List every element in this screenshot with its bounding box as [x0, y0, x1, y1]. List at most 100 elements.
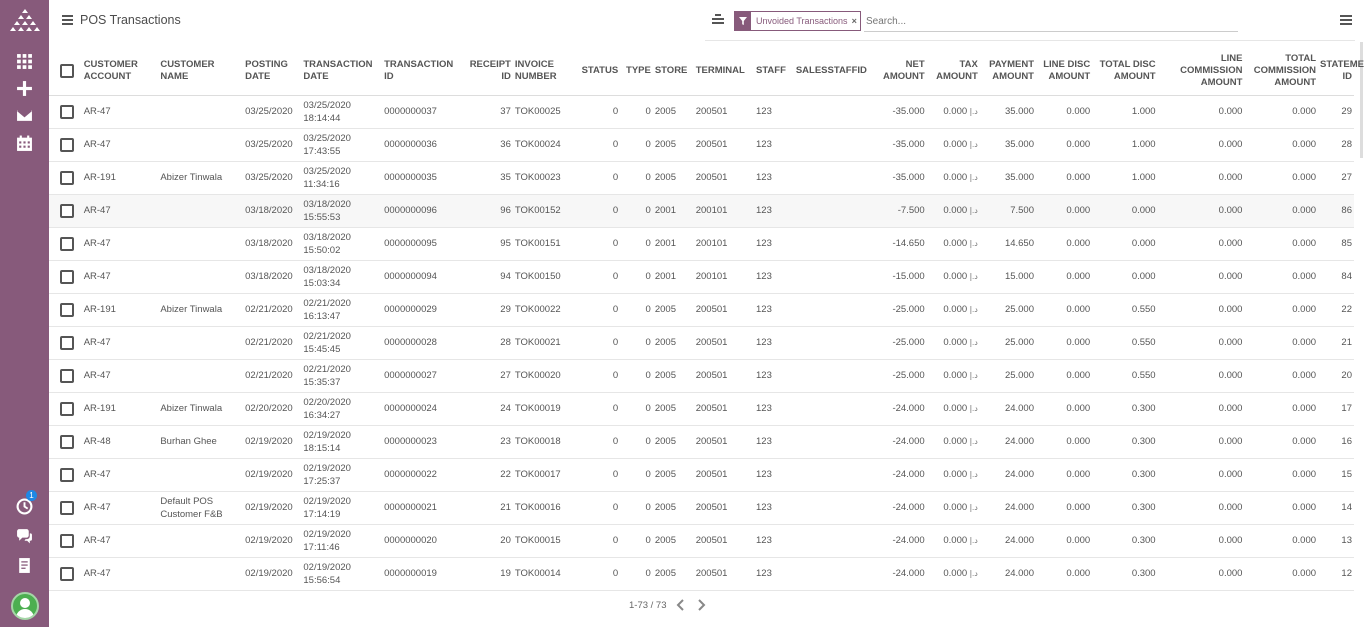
table-row[interactable]: AR-47 02/19/2020 02/19/2020 15:56:54 0000000…	[49, 557, 1354, 591]
calendar-icon[interactable]	[12, 131, 36, 155]
apps-grid-icon[interactable]	[12, 49, 36, 73]
cell-staff: 123	[754, 326, 794, 360]
table-row[interactable]: AR-47 03/25/2020 03/25/2020 18:14:44 0000000…	[49, 95, 1354, 129]
table-row[interactable]: AR-191 Abizer Tinwala 02/21/2020 02/21/2020…	[49, 293, 1354, 327]
select-all-checkbox[interactable]	[60, 64, 74, 79]
cell-account: AR-47	[81, 326, 159, 360]
row-checkbox[interactable]	[60, 368, 74, 383]
plus-icon[interactable]	[12, 76, 36, 100]
row-checkbox[interactable]	[60, 401, 74, 416]
cell-line-comm: 0.000	[1157, 161, 1245, 195]
app-logo-icon[interactable]	[7, 8, 43, 36]
column-header[interactable]: RECEIPT ID	[462, 48, 513, 96]
column-header[interactable]: PAYMENT AMOUNT	[979, 48, 1036, 96]
cell-total-disc: 0.550	[1092, 359, 1158, 393]
cell-invoice: TOK00017	[512, 458, 576, 492]
column-header[interactable]: STAFF	[754, 48, 794, 96]
cell-name	[158, 326, 244, 360]
chat-icon[interactable]	[12, 524, 36, 548]
document-icon[interactable]	[12, 553, 36, 577]
cell-statement: 12	[1318, 557, 1354, 591]
column-header[interactable]: TOTAL COMMISSION AMOUNT	[1244, 48, 1319, 96]
list-view-icon[interactable]	[1340, 15, 1352, 25]
table-row[interactable]: AR-191 Abizer Tinwala 03/25/2020 03/25/2020…	[49, 161, 1354, 195]
cell-trans-id: 0000000022	[382, 458, 463, 492]
cell-total-comm: 0.000	[1244, 458, 1319, 492]
cell-trans-id: 0000000027	[382, 359, 463, 393]
cell-net: -35.000	[873, 128, 927, 162]
row-checkbox[interactable]	[60, 170, 74, 185]
table-row[interactable]: AR-47 02/19/2020 02/19/2020 17:11:46 0000000…	[49, 524, 1354, 558]
table-row[interactable]: AR-47 03/18/2020 03/18/2020 15:55:53 0000000…	[49, 194, 1354, 228]
column-header[interactable]: STATEMENT ID	[1318, 48, 1364, 96]
table-row[interactable]: AR-47 03/18/2020 03/18/2020 15:03:34 0000000…	[49, 260, 1354, 294]
table-row[interactable]: AR-47 02/21/2020 02/21/2020 15:35:37 0000000…	[49, 359, 1354, 393]
cell-posting: 02/21/2020	[243, 359, 302, 393]
row-checkbox[interactable]	[60, 203, 74, 218]
cell-status: 0	[575, 227, 621, 261]
column-header[interactable]: POSTING DATE	[243, 48, 302, 96]
column-header[interactable]: TAX AMOUNT	[926, 48, 980, 96]
cell-trans-id: 0000000035	[382, 161, 463, 195]
table-row[interactable]: AR-191 Abizer Tinwala 02/20/2020 02/20/2020…	[49, 392, 1354, 426]
column-header[interactable]: NET AMOUNT	[873, 48, 927, 96]
row-checkbox[interactable]	[60, 566, 74, 581]
column-header[interactable]: TOTAL DISC AMOUNT	[1092, 48, 1158, 96]
table-row[interactable]: AR-47 02/19/2020 02/19/2020 17:25:37 0000000…	[49, 458, 1354, 492]
cell-trans-date: 03/25/2020 18:14:44	[301, 95, 383, 129]
cell-type: 0	[620, 260, 653, 294]
cell-net: -24.000	[873, 425, 927, 459]
row-checkbox[interactable]	[60, 236, 74, 251]
menu-toggle-icon[interactable]	[62, 15, 73, 25]
search-input[interactable]	[864, 12, 1238, 32]
facet-remove-icon[interactable]: ×	[852, 16, 860, 26]
row-checkbox[interactable]	[60, 137, 74, 152]
column-header[interactable]: TRANSACTION DATE	[301, 48, 383, 96]
cell-line-disc: 0.000	[1036, 293, 1093, 327]
cell-staff: 123	[754, 161, 794, 195]
trans-date-text: 02/21/2020	[303, 363, 351, 375]
pager-next-icon[interactable]	[696, 598, 708, 612]
pager-previous-icon[interactable]	[676, 598, 688, 612]
row-checkbox[interactable]	[60, 467, 74, 482]
column-header[interactable]: INVOICE NUMBER	[512, 48, 576, 96]
table-row[interactable]: AR-47 03/18/2020 03/18/2020 15:50:02 0000000…	[49, 227, 1354, 261]
tax-value: 0.000	[943, 271, 968, 282]
table-row[interactable]: AR-48 Burhan Ghee 02/19/2020 02/19/2020 18:1…	[49, 425, 1354, 459]
currency-symbol: د.إ	[969, 107, 978, 116]
column-header[interactable]: TYPE	[620, 48, 653, 96]
cell-receipt: 28	[462, 326, 513, 360]
row-checkbox[interactable]	[60, 500, 74, 515]
mail-icon[interactable]	[12, 103, 36, 127]
column-header[interactable]: LINE COMMISSION AMOUNT	[1157, 48, 1245, 96]
cell-receipt: 96	[462, 194, 513, 228]
table-row[interactable]: AR-47 02/21/2020 02/21/2020 15:45:45 0000000…	[49, 326, 1354, 360]
cell-trans-date: 02/19/2020 17:11:46	[301, 524, 383, 558]
row-select-cell	[49, 524, 82, 558]
row-checkbox[interactable]	[60, 533, 74, 548]
column-header[interactable]: TERMINAL	[693, 48, 754, 96]
table-row[interactable]: AR-47 Default POS Customer F&B 02/19/2020 0…	[49, 491, 1354, 525]
column-header[interactable]: CUSTOMER NAME	[158, 48, 244, 96]
cell-trans-id: 0000000029	[382, 293, 463, 327]
column-header[interactable]: TRANSACTION ID	[382, 48, 463, 96]
row-checkbox[interactable]	[60, 434, 74, 449]
user-avatar[interactable]	[11, 592, 39, 620]
filter-toggle-icon[interactable]	[712, 14, 724, 26]
column-header[interactable]: STATUS	[575, 48, 621, 96]
cell-trans-date: 02/19/2020 18:15:14	[301, 425, 383, 459]
row-checkbox[interactable]	[60, 335, 74, 350]
cell-total-comm: 0.000	[1244, 326, 1319, 360]
table-row[interactable]: AR-47 03/25/2020 03/25/2020 17:43:55 0000000…	[49, 128, 1354, 162]
pager-value[interactable]: 1-73 / 73	[629, 600, 667, 611]
column-header[interactable]: SALESSTAFFID	[793, 48, 874, 96]
row-checkbox[interactable]	[60, 269, 74, 284]
cell-invoice: TOK00024	[512, 128, 576, 162]
row-checkbox[interactable]	[60, 104, 74, 119]
row-checkbox[interactable]	[60, 302, 74, 317]
column-header[interactable]: STORE	[652, 48, 694, 96]
cell-tax: 0.000 د.إ	[926, 161, 980, 195]
column-header[interactable]: CUSTOMER ACCOUNT	[81, 48, 159, 96]
column-header[interactable]: LINE DISC AMOUNT	[1036, 48, 1093, 96]
activity-icon[interactable]: 1	[12, 490, 37, 518]
